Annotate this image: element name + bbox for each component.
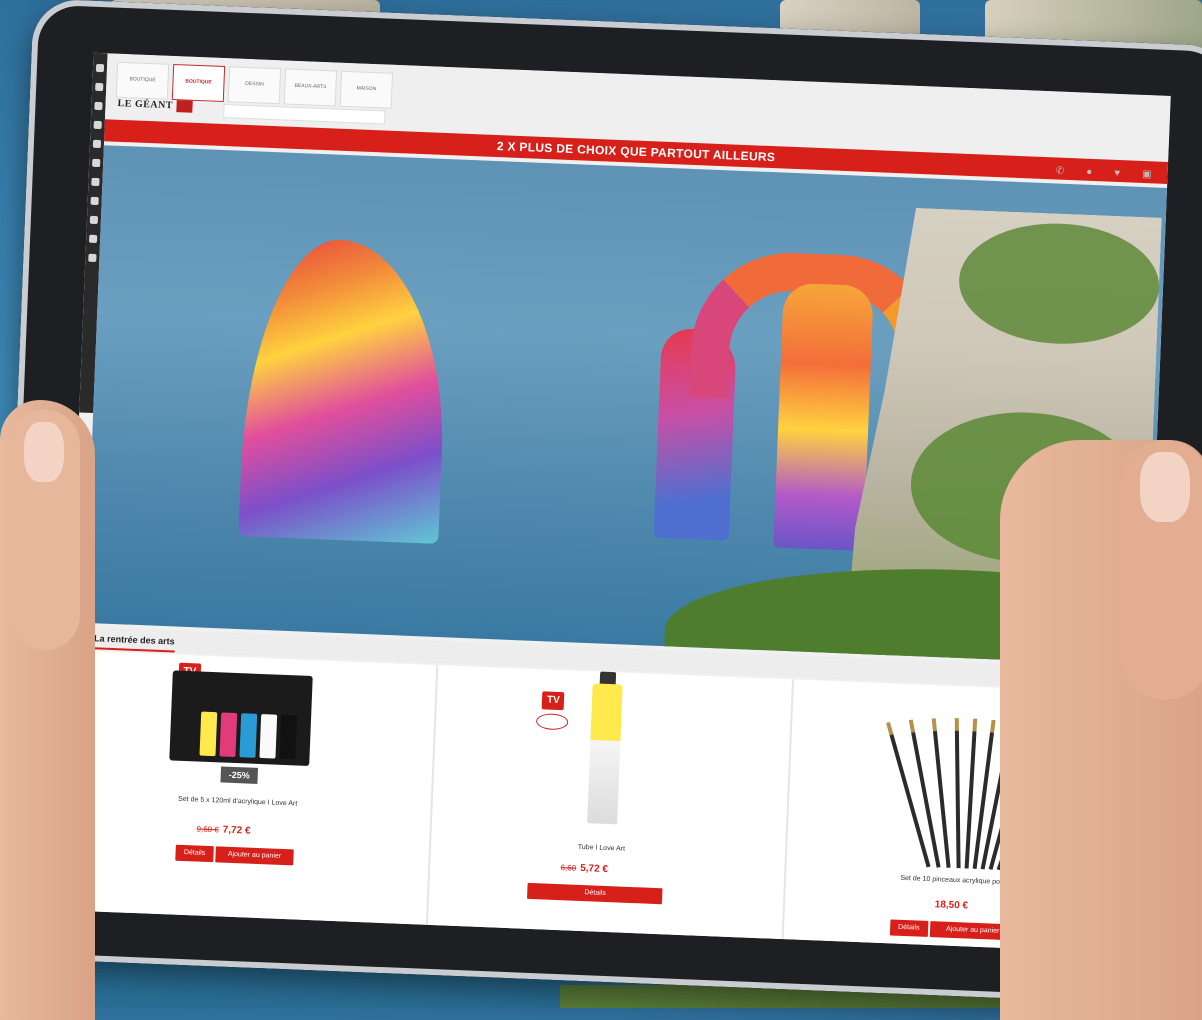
tool-icon[interactable] bbox=[94, 101, 103, 111]
shop-tab[interactable]: BOUTIQUE bbox=[115, 61, 170, 100]
site-logo[interactable]: LE GÉANT bbox=[117, 98, 194, 113]
shop-tab-active[interactable]: BOUTIQUE bbox=[171, 63, 226, 103]
left-thumb bbox=[10, 410, 80, 650]
section-tab[interactable] bbox=[234, 633, 235, 655]
paint-tube bbox=[219, 712, 238, 758]
paint-tube bbox=[279, 714, 298, 760]
product-price: 6,60 5,72 € bbox=[560, 862, 608, 875]
current-price: 18,50 € bbox=[934, 899, 969, 912]
wishlist-icon[interactable]: ♥ bbox=[1114, 168, 1120, 179]
menu-icon[interactable] bbox=[95, 63, 105, 73]
add-to-cart-button[interactable]: Ajouter au panier bbox=[215, 846, 294, 866]
discount-badge: -25% bbox=[220, 766, 259, 784]
tool-icon[interactable] bbox=[95, 82, 104, 92]
paint-tube-image bbox=[587, 683, 624, 825]
logo-text: LE GÉANT bbox=[117, 98, 174, 112]
brand-medallion-icon bbox=[536, 713, 569, 731]
brush-icon[interactable] bbox=[92, 139, 102, 149]
paint-tube bbox=[239, 713, 258, 758]
product-list: TV -25% Set de 5 x 120ml d'acrylique I L… bbox=[73, 650, 1147, 954]
shop-tab[interactable]: BEAUX-ARTS bbox=[283, 68, 338, 107]
tool-icon[interactable] bbox=[90, 196, 99, 206]
account-icon[interactable]: ● bbox=[1086, 167, 1092, 178]
painted-rock-needle bbox=[238, 236, 451, 544]
cart-icon[interactable]: ▣ bbox=[1142, 169, 1152, 180]
current-price: 5,72 € bbox=[579, 862, 609, 876]
logo-mark bbox=[176, 100, 194, 113]
product-card[interactable]: TV -25% Set de 5 x 120ml d'acrylique I L… bbox=[73, 650, 437, 925]
shop-tab[interactable]: MAISON bbox=[339, 70, 394, 109]
details-button[interactable]: Détails bbox=[527, 882, 663, 905]
tool-icon[interactable] bbox=[93, 120, 102, 130]
shop-tab[interactable]: DESSIN bbox=[227, 66, 282, 105]
section-tab[interactable] bbox=[204, 632, 205, 654]
phone-icon[interactable]: ✆ bbox=[1056, 165, 1065, 176]
pencil-icon[interactable] bbox=[92, 158, 101, 168]
product-name: Tube I Love Art bbox=[577, 843, 626, 853]
acrylic-set-image bbox=[169, 670, 313, 766]
product-card[interactable]: TV Tube I Love Art 6,60 5,72 € Détails bbox=[428, 665, 792, 940]
pen-icon[interactable] bbox=[91, 177, 100, 187]
details-button[interactable]: Détails bbox=[175, 844, 214, 863]
shirt-icon[interactable] bbox=[88, 253, 97, 263]
thumbnail bbox=[24, 422, 64, 482]
details-button[interactable]: Détails bbox=[889, 919, 929, 937]
tool-icon[interactable] bbox=[89, 215, 99, 225]
paint-tube bbox=[199, 711, 218, 757]
right-thumb bbox=[1120, 440, 1202, 700]
current-price: 7,72 € bbox=[222, 824, 251, 837]
old-price: 9,60 € bbox=[196, 824, 219, 835]
product-name: Set de 5 x 120ml d'acrylique I Love Art bbox=[177, 795, 298, 808]
thumbnail bbox=[1140, 452, 1190, 522]
product-price: 9,60 €7,72 € bbox=[196, 824, 250, 837]
old-price: 6,60 bbox=[560, 863, 577, 873]
section-tab-active[interactable]: La rentrée des arts bbox=[93, 627, 176, 653]
product-price: 18,50 € bbox=[935, 899, 969, 911]
arch-right-leg bbox=[773, 282, 874, 552]
marker-icon[interactable] bbox=[88, 234, 98, 244]
brush bbox=[954, 718, 961, 869]
paint-tube bbox=[259, 714, 278, 759]
tv-badge: TV bbox=[541, 691, 565, 711]
